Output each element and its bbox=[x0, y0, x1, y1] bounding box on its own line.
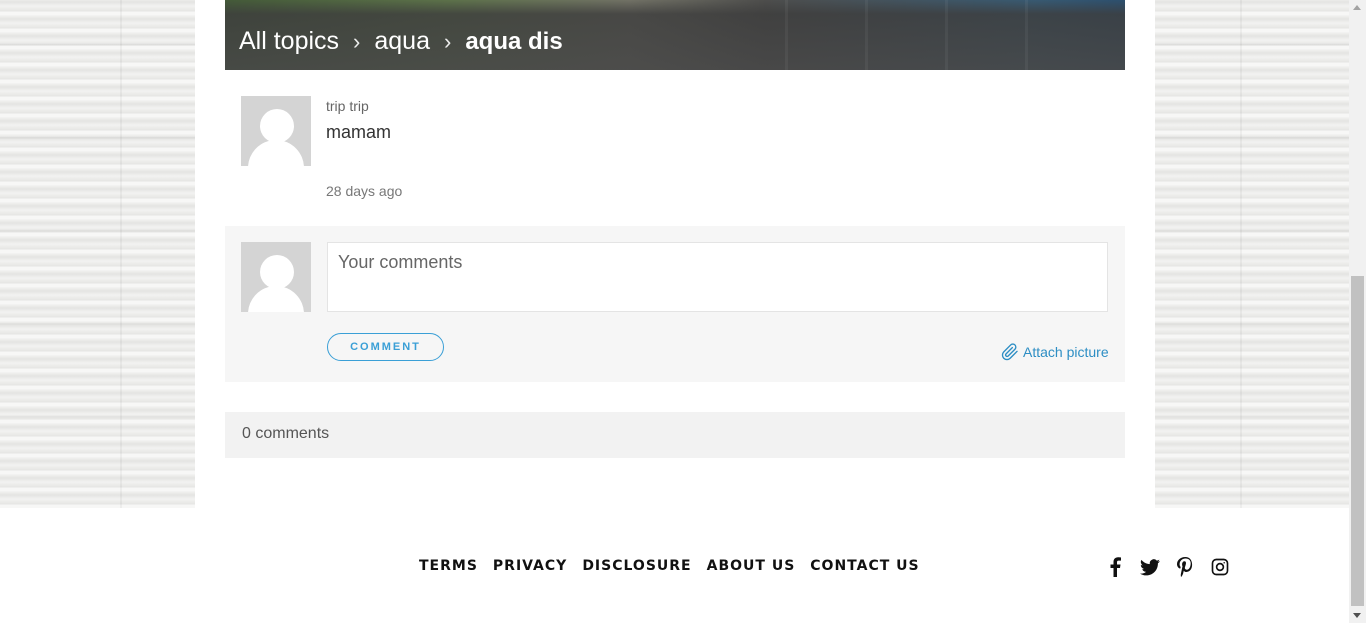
footer-link-contact-us[interactable]: CONTACT US bbox=[810, 558, 919, 574]
twitter-icon[interactable] bbox=[1139, 556, 1161, 578]
scroll-up-icon[interactable] bbox=[1353, 5, 1361, 10]
paperclip-icon bbox=[1001, 343, 1018, 361]
pinterest-icon[interactable] bbox=[1174, 556, 1196, 578]
breadcrumb-current: aqua dis bbox=[465, 27, 563, 55]
comment-button[interactable]: COMMENT bbox=[327, 333, 444, 361]
comments-count: 0 comments bbox=[225, 412, 1125, 458]
breadcrumb-separator: › bbox=[353, 28, 361, 54]
footer-link-disclosure[interactable]: DISCLOSURE bbox=[582, 558, 691, 574]
footer-link-terms[interactable]: TERMS bbox=[419, 558, 478, 574]
instagram-icon[interactable] bbox=[1209, 556, 1231, 578]
scrollbar-thumb[interactable] bbox=[1351, 276, 1364, 606]
attach-picture-link[interactable]: Attach picture bbox=[1001, 343, 1109, 361]
current-user-avatar bbox=[241, 242, 311, 312]
footer-link-privacy[interactable]: PRIVACY bbox=[493, 558, 567, 574]
breadcrumb: All topics › aqua › aqua dis bbox=[239, 27, 563, 56]
post-author-avatar[interactable] bbox=[241, 96, 311, 166]
social-links bbox=[1104, 556, 1244, 578]
post-author-name[interactable]: trip trip bbox=[326, 98, 369, 114]
breadcrumb-separator: › bbox=[444, 28, 452, 54]
footer-link-about-us[interactable]: ABOUT US bbox=[707, 558, 796, 574]
scroll-down-icon[interactable] bbox=[1353, 613, 1361, 618]
topic-header: All topics › aqua › aqua dis bbox=[225, 0, 1125, 70]
breadcrumb-aqua[interactable]: aqua bbox=[374, 27, 430, 56]
comment-input[interactable]: Your comments bbox=[327, 242, 1108, 312]
post-text: mamam bbox=[326, 122, 392, 142]
breadcrumb-all-topics[interactable]: All topics bbox=[239, 27, 339, 56]
attach-picture-label: Attach picture bbox=[1023, 344, 1109, 360]
post-timestamp: 28 days ago bbox=[326, 183, 403, 199]
page-scrollbar[interactable] bbox=[1349, 0, 1366, 623]
footer-links: TERMS PRIVACY DISCLOSURE ABOUT US CONTAC… bbox=[419, 558, 935, 574]
facebook-icon[interactable] bbox=[1104, 556, 1126, 578]
